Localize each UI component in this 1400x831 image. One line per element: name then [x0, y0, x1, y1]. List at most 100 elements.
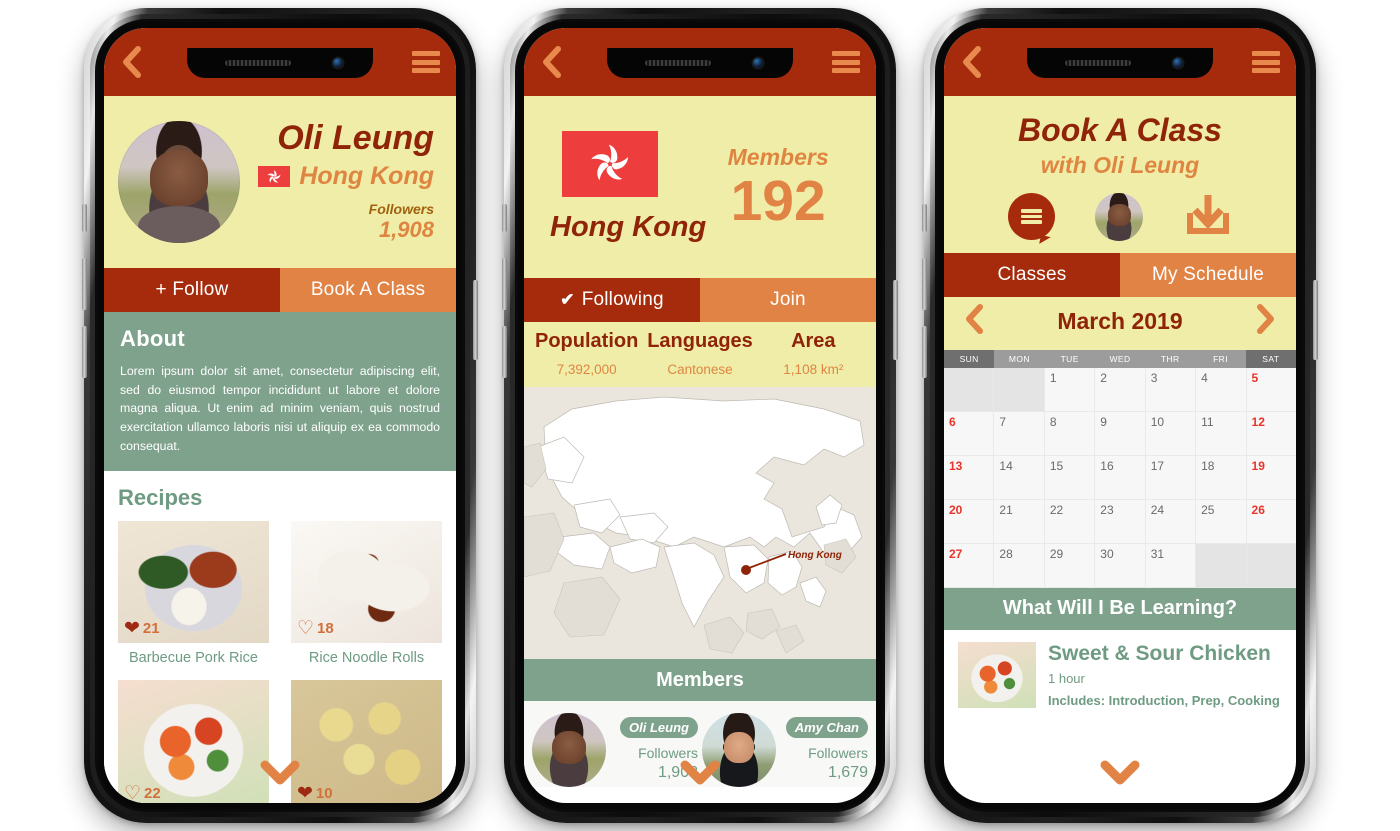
chevron-left-icon[interactable]	[958, 45, 984, 79]
tab-my-schedule[interactable]: My Schedule	[1120, 252, 1296, 297]
calendar-day-cell[interactable]: 27	[944, 543, 995, 588]
like-indicator[interactable]: ♡ 22	[124, 784, 161, 803]
chevron-right-icon[interactable]	[1254, 303, 1278, 340]
chevron-left-icon[interactable]	[538, 45, 564, 79]
earpiece-speaker	[645, 60, 711, 66]
hamburger-menu-icon[interactable]	[412, 51, 440, 73]
recipe-image: ❤ 21	[118, 521, 269, 644]
calendar-day-cell[interactable]: 8	[1044, 411, 1096, 456]
like-indicator[interactable]: ♡ 18	[297, 619, 334, 638]
calendar-day-cell[interactable]: 1	[1044, 367, 1096, 412]
calendar-day-cell[interactable]: 30	[1095, 543, 1146, 588]
member-card[interactable]: Amy Chan Followers 1,679	[702, 713, 868, 787]
join-label: Join	[770, 289, 806, 310]
calendar-day-cell[interactable]: 11	[1196, 411, 1247, 456]
booking-header: Book A Class with Oli Leung	[944, 96, 1296, 253]
mute-switch[interactable]	[502, 204, 507, 232]
chevron-down-icon[interactable]	[260, 760, 300, 791]
calendar-cell-empty	[944, 367, 995, 412]
calendar-day-cell[interactable]: 29	[1044, 543, 1096, 588]
calendar-day-cell[interactable]: 5	[1246, 367, 1296, 412]
calendar-day-cell[interactable]: 9	[1095, 411, 1146, 456]
chevron-left-icon[interactable]	[962, 303, 986, 340]
power-button[interactable]	[473, 280, 478, 360]
hamburger-menu-icon[interactable]	[832, 51, 860, 73]
tab-classes-label: Classes	[997, 263, 1067, 285]
volume-up-button[interactable]	[502, 258, 507, 310]
recipe-name: Rice Noodle Rolls	[308, 650, 425, 667]
calendar-day-cell[interactable]: 13	[944, 455, 995, 500]
phone1-content: Oli Leung Hong Kong Followers 1,908 + Fo…	[104, 96, 456, 803]
like-indicator[interactable]: ❤ 10	[297, 784, 333, 803]
calendar-day-cell[interactable]: 20	[944, 499, 995, 544]
volume-down-button[interactable]	[922, 326, 927, 378]
current-month-label: March 2019	[1057, 307, 1183, 334]
power-button[interactable]	[893, 280, 898, 360]
day-header-fri: FRI	[1195, 349, 1246, 368]
follow-button[interactable]: + Follow	[104, 268, 280, 312]
calendar-day-cell[interactable]: 19	[1246, 455, 1296, 500]
chevron-down-icon[interactable]	[1100, 760, 1140, 791]
stat-label: Languages	[647, 330, 753, 352]
day-header-wed: WED	[1094, 349, 1146, 368]
calendar-day-cell[interactable]: 24	[1145, 499, 1197, 544]
avatar	[532, 713, 606, 787]
calendar-day-cell[interactable]: 7	[994, 411, 1045, 456]
instructor-avatar[interactable]	[1095, 192, 1144, 241]
power-button[interactable]	[1313, 280, 1318, 360]
chat-menu-icon[interactable]	[1008, 193, 1056, 241]
volume-up-button[interactable]	[922, 258, 927, 310]
member-card[interactable]: Oli Leung Followers 1,908	[532, 713, 698, 787]
recipe-card[interactable]: ❤ 10	[291, 680, 442, 803]
recipe-card[interactable]: ❤ 21 Barbecue Pork Rice	[118, 521, 269, 670]
calendar-day-cell[interactable]: 18	[1196, 455, 1247, 500]
calendar-day-cell[interactable]: 17	[1145, 455, 1197, 500]
volume-up-button[interactable]	[82, 258, 87, 310]
about-heading: About	[120, 326, 186, 351]
chevron-down-icon[interactable]	[680, 760, 720, 791]
about-text: Lorem ipsum dolor sit amet, consectetur …	[120, 364, 440, 453]
calendar-day-cell[interactable]: 3	[1145, 367, 1197, 412]
chevron-left-icon[interactable]	[118, 45, 144, 79]
calendar-day-cell[interactable]: 14	[994, 455, 1045, 500]
recipe-card[interactable]: ♡ 18 Rice Noodle Rolls	[291, 521, 442, 670]
calendar-day-cell[interactable]: 4	[1196, 367, 1247, 412]
like-count: 22	[144, 785, 161, 803]
recipe-card[interactable]: ♡ 22	[118, 680, 269, 803]
calendar-day-cell[interactable]: 23	[1095, 499, 1146, 544]
calendar: SUN MON TUE WED THR FRI SAT 1 2 3 4 5 6 7 8 9 10 1…	[944, 349, 1296, 588]
recipe-image: ❤ 10	[291, 680, 442, 803]
book-a-class-button[interactable]: Book A Class	[280, 268, 456, 312]
calendar-day-cell[interactable]: 15	[1044, 455, 1096, 500]
volume-down-button[interactable]	[82, 326, 87, 378]
volume-down-button[interactable]	[502, 326, 507, 378]
calendar-day-cell[interactable]: 21	[994, 499, 1045, 544]
calendar-day-cell[interactable]: 6	[944, 411, 995, 456]
calendar-day-cell[interactable]: 22	[1044, 499, 1096, 544]
stat-value: Cantonese	[667, 362, 733, 377]
calendar-day-cell[interactable]: 12	[1246, 411, 1296, 456]
following-button[interactable]: ✔ Following	[524, 278, 700, 322]
calendar-day-cell[interactable]: 26	[1246, 499, 1296, 544]
like-indicator[interactable]: ❤ 21	[124, 619, 160, 638]
download-icon[interactable]	[1184, 193, 1232, 240]
calendar-day-cell[interactable]: 16	[1095, 455, 1146, 500]
followers-label: Followers	[368, 201, 434, 218]
calendar-week-row: 20 21 22 23 24 25 26	[944, 499, 1296, 544]
tab-classes[interactable]: Classes	[944, 252, 1120, 297]
join-button[interactable]: Join	[700, 278, 876, 322]
asia-map[interactable]: Hong Kong	[524, 387, 876, 659]
member-name: Oli Leung	[620, 717, 698, 738]
mute-switch[interactable]	[922, 204, 927, 232]
calendar-day-cell[interactable]: 31	[1145, 543, 1197, 588]
calendar-day-cell[interactable]: 25	[1196, 499, 1247, 544]
avatar	[118, 121, 240, 243]
calendar-day-cell[interactable]: 28	[994, 543, 1045, 588]
class-includes: Includes: Introduction, Prep, Cooking	[1048, 692, 1280, 708]
hamburger-menu-icon[interactable]	[1252, 51, 1280, 73]
member-name: Amy Chan	[785, 717, 868, 738]
calendar-day-cell[interactable]: 2	[1095, 367, 1146, 412]
calendar-day-cell[interactable]: 10	[1145, 411, 1197, 456]
mute-switch[interactable]	[82, 204, 87, 232]
class-item[interactable]: Sweet & Sour Chicken 1 hour Includes: In…	[944, 629, 1296, 708]
